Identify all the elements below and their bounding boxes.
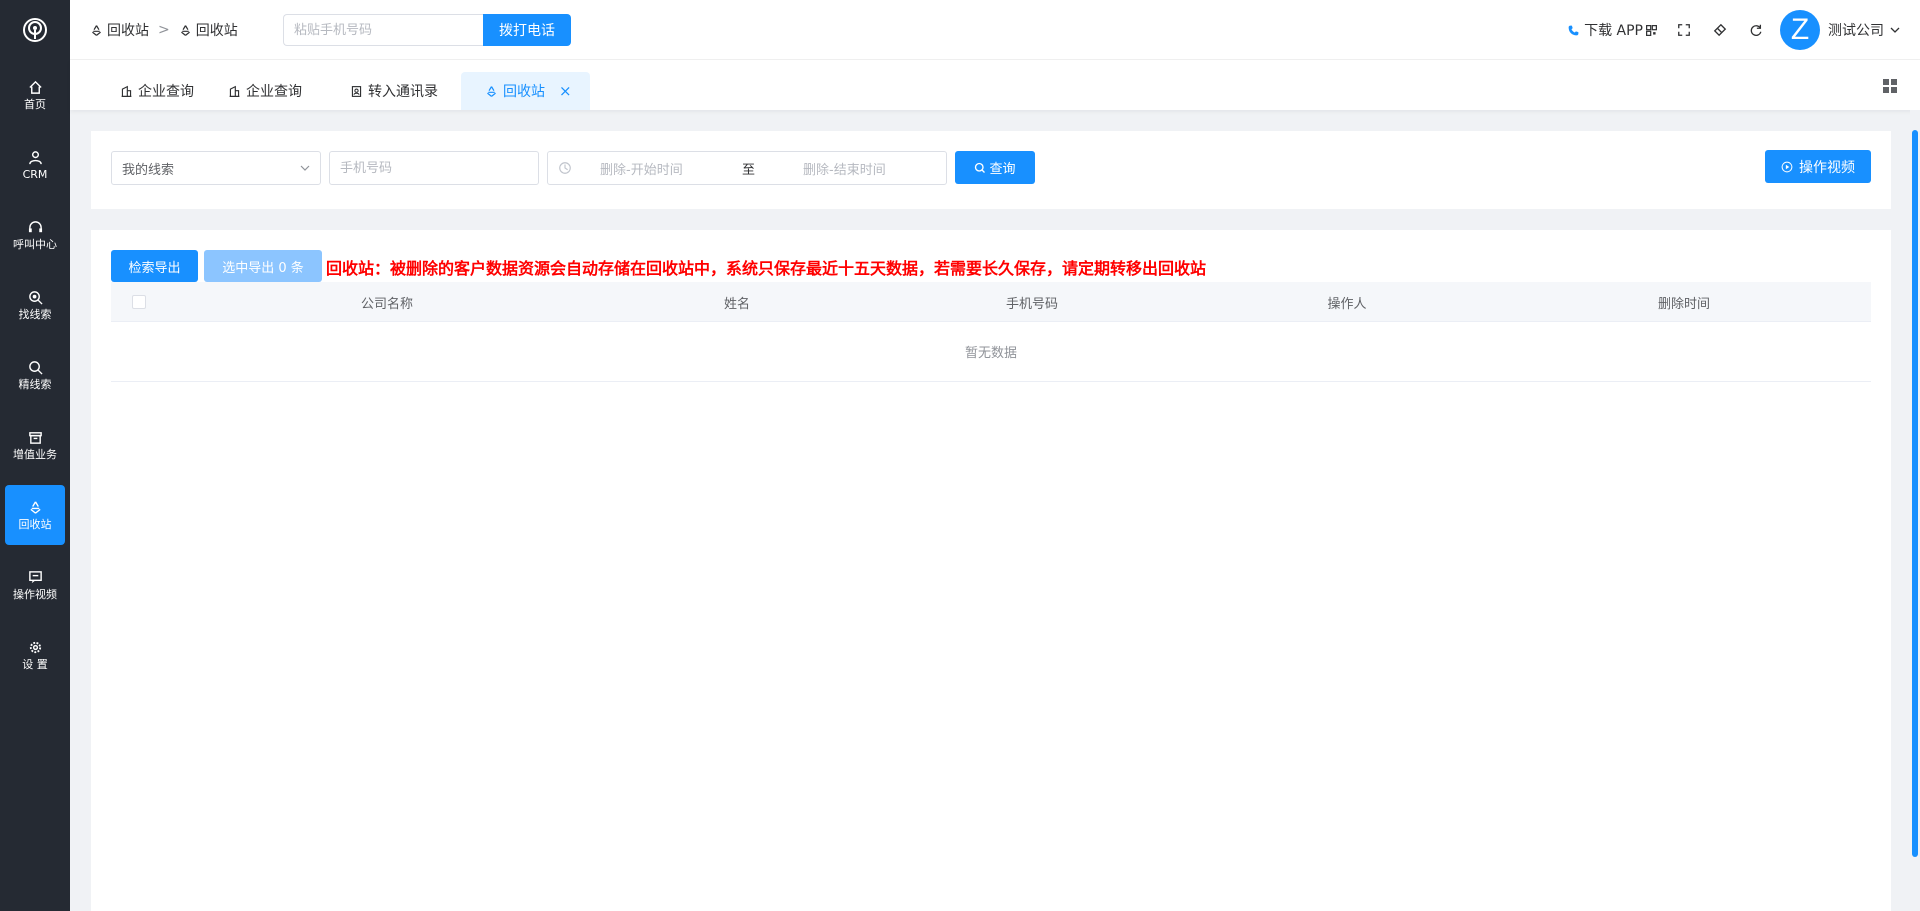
- query-button[interactable]: 查询: [955, 151, 1035, 184]
- company-dropdown[interactable]: 测试公司: [1828, 20, 1900, 40]
- header-actions: 下载 APP Z 测试公司: [1567, 0, 1900, 60]
- sidebar-item-crm[interactable]: CRM: [5, 135, 65, 195]
- eraser-icon[interactable]: [1712, 22, 1728, 38]
- tab-label: 回收站: [503, 84, 545, 100]
- sidebar-item-label: 回收站: [18, 517, 52, 531]
- date-start-input[interactable]: 删除-开始时间: [600, 159, 683, 178]
- search-icon: [975, 162, 986, 173]
- building-icon: [121, 85, 132, 97]
- column-header[interactable]: 删除时间: [1497, 282, 1871, 322]
- avatar[interactable]: Z: [1780, 10, 1820, 50]
- tab-company-query-2[interactable]: 企业查询: [216, 72, 314, 110]
- delete-date-range-picker[interactable]: 删除-开始时间 至 删除-结束时间: [547, 151, 947, 185]
- breadcrumb-item[interactable]: 回收站: [90, 20, 149, 40]
- tab-recycle-bin[interactable]: 回收站 ×: [461, 72, 590, 110]
- tab-label: 企业查询: [138, 84, 194, 100]
- lead-source-select[interactable]: 我的线索: [111, 151, 321, 185]
- date-end-input[interactable]: 删除-结束时间: [803, 159, 886, 178]
- column-header[interactable]: 操作人: [1197, 282, 1497, 322]
- sidebar-item-label: 找线索: [18, 307, 52, 321]
- archive-icon: [28, 431, 42, 444]
- sidebar-item-label: 首页: [24, 97, 46, 111]
- chevron-down-icon: [1890, 27, 1900, 33]
- sidebar-item-label: 增值业务: [13, 447, 57, 461]
- column-header[interactable]: 公司名称: [167, 282, 607, 322]
- breadcrumb-item: 回收站: [179, 20, 238, 40]
- sidebar-item-label: 操作视频: [13, 587, 57, 601]
- contacts-icon: [351, 85, 362, 97]
- tab-label: 转入通讯录: [368, 84, 438, 100]
- operation-video-button[interactable]: 操作视频: [1765, 150, 1871, 183]
- recycle-icon: [487, 85, 496, 97]
- scrollbar-thumb[interactable]: [1912, 130, 1918, 857]
- tab-bar: 企业查询 企业查询 转入通讯录 回收站 ×: [70, 60, 1920, 110]
- breadcrumb: 回收站 > 回收站: [90, 0, 238, 60]
- recycle-bin-notice: 回收站：被删除的客户数据资源会自动存储在回收站中，系统只保存最近十五天数据，若需…: [326, 259, 1207, 278]
- sidebar-item-recycle-bin[interactable]: 回收站: [5, 485, 65, 545]
- operation-video-label: 操作视频: [1799, 159, 1855, 176]
- sidebar-item-home[interactable]: 首页: [5, 65, 65, 125]
- breadcrumb-separator: >: [158, 22, 170, 38]
- sidebar-item-value-added[interactable]: 增值业务: [5, 415, 65, 475]
- recycle-icon: [92, 24, 101, 36]
- broadcast-logo-icon: [23, 18, 47, 42]
- gear-icon: [29, 641, 41, 653]
- column-header[interactable]: 姓名: [607, 282, 867, 322]
- sidebar-item-label: 精线索: [18, 377, 52, 391]
- qrcode-icon: [1646, 24, 1657, 36]
- tab-import-contacts[interactable]: 转入通讯录: [338, 72, 450, 110]
- sidebar: 首页 CRM 呼叫中心 找线索 精线索 增值业务 回收站 操作视频 设 置: [0, 0, 70, 911]
- export-selected-button[interactable]: 选中导出 0 条: [204, 250, 322, 282]
- download-app-link[interactable]: 下载 APP: [1567, 20, 1658, 40]
- recycle-table: 公司名称 姓名 手机号码 操作人 删除时间 暂无数据: [111, 282, 1871, 382]
- sidebar-item-find-leads[interactable]: 找线索: [5, 275, 65, 335]
- user-icon: [28, 150, 42, 164]
- zoom-search-icon: [28, 290, 43, 305]
- empty-state: 暂无数据: [111, 322, 1871, 382]
- query-label: 查询: [989, 162, 1016, 177]
- sidebar-item-videos[interactable]: 操作视频: [5, 555, 65, 615]
- app-logo[interactable]: [0, 0, 70, 60]
- clock-icon: [559, 162, 571, 174]
- tab-label: 企业查询: [246, 84, 302, 100]
- mobile-number-input[interactable]: [329, 151, 539, 185]
- lead-source-value: 我的线索: [122, 162, 175, 178]
- search-export-button[interactable]: 检索导出: [111, 250, 198, 282]
- table-panel: 检索导出 选中导出 0 条 回收站：被删除的客户数据资源会自动存储在回收站中，系…: [91, 230, 1891, 911]
- recycle-icon: [180, 24, 190, 36]
- close-icon[interactable]: ×: [559, 82, 572, 100]
- select-all-checkbox[interactable]: [132, 295, 146, 309]
- filter-panel: 我的线索 删除-开始时间 至 删除-结束时间 查询 操作视频: [91, 131, 1891, 209]
- sidebar-item-settings[interactable]: 设 置: [5, 625, 65, 685]
- paste-phone-input[interactable]: [283, 14, 483, 46]
- sidebar-item-fine-leads[interactable]: 精线索: [5, 345, 65, 405]
- company-name: 测试公司: [1828, 23, 1884, 39]
- download-app-label: 下载 APP: [1584, 23, 1643, 39]
- dial-button[interactable]: 拨打电话: [483, 14, 571, 46]
- sidebar-item-label: 呼叫中心: [13, 237, 57, 251]
- table-header: 公司名称 姓名 手机号码 操作人 删除时间: [111, 282, 1871, 322]
- recycle-icon: [29, 501, 41, 514]
- sidebar-item-call-center[interactable]: 呼叫中心: [5, 205, 65, 265]
- message-icon: [28, 570, 42, 583]
- headset-icon: [28, 220, 42, 232]
- play-circle-icon: [1781, 161, 1793, 172]
- search-icon: [28, 360, 43, 375]
- top-header: 回收站 > 回收站 拨打电话 下载 APP Z 测试公司: [70, 0, 1920, 60]
- refresh-icon[interactable]: [1748, 22, 1764, 38]
- grid-menu-icon[interactable]: [1882, 78, 1898, 94]
- chevron-down-icon: [300, 165, 310, 171]
- breadcrumb-label: 回收站: [195, 23, 238, 39]
- sidebar-item-label: CRM: [22, 167, 48, 181]
- building-icon: [229, 85, 240, 97]
- tab-company-query[interactable]: 企业查询: [108, 72, 206, 110]
- column-header[interactable]: 手机号码: [867, 282, 1197, 322]
- phone-icon: [1568, 25, 1579, 35]
- date-separator: 至: [742, 162, 756, 178]
- sidebar-item-label: 设 置: [22, 657, 48, 671]
- fullscreen-icon[interactable]: [1676, 22, 1692, 38]
- home-icon: [28, 80, 42, 94]
- breadcrumb-label: 回收站: [107, 23, 149, 39]
- select-all-cell: [111, 282, 167, 322]
